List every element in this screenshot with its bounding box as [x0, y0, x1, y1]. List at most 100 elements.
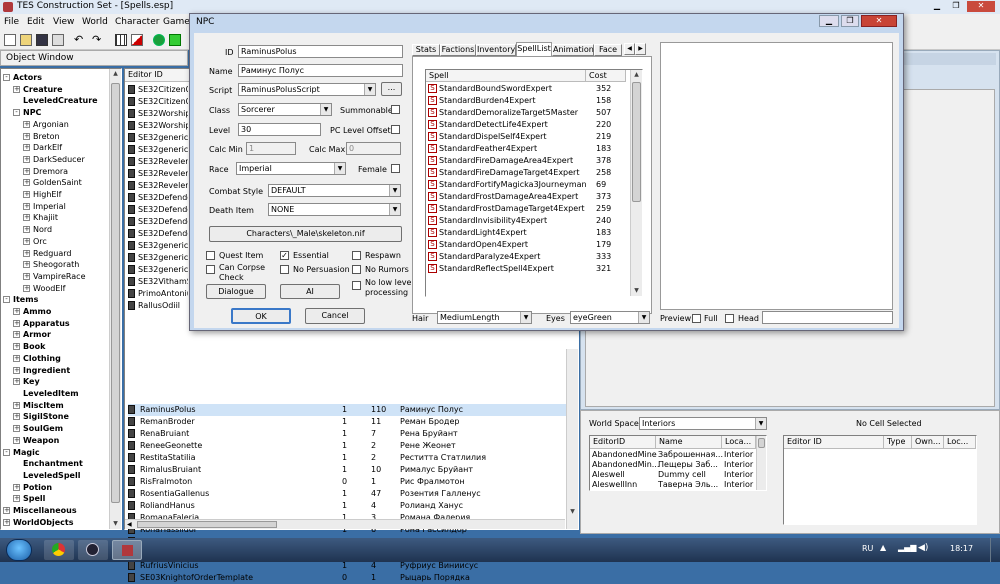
expand-icon[interactable]: + — [13, 85, 20, 93]
tree-node[interactable]: LeveledSpell — [3, 470, 111, 482]
menu-edit[interactable]: Edit — [27, 14, 44, 30]
tree-scrollbar[interactable]: ▲ ▼ — [109, 69, 121, 529]
ref-col-location[interactable]: Loc... — [944, 436, 976, 449]
scroll-down-icon[interactable]: ▼ — [631, 286, 642, 296]
expand-icon[interactable]: + — [23, 202, 30, 210]
tree-node[interactable]: + Potion — [3, 482, 111, 494]
list-item[interactable]: S StandardFeather4Expert 183 — [428, 143, 632, 155]
menu-game[interactable]: Game — [163, 14, 190, 30]
id-field[interactable]: RaminusPolus — [238, 45, 403, 58]
name-field[interactable]: Раминус Полус — [238, 64, 403, 77]
table-row[interactable]: SE03KnightofOrderTemplate 0 1 Рыцарь Порядк… — [128, 572, 568, 584]
list-item[interactable]: S StandardLight4Expert 183 — [428, 227, 632, 239]
table-row[interactable]: RisFralmoton 0 1 Рис Фралмотон — [128, 476, 568, 488]
eyes-select[interactable]: eyeGreen ▼ — [570, 311, 650, 324]
tab-inventory[interactable]: Inventory — [476, 44, 516, 56]
table-row[interactable]: AbandonedMine Заброшенная... Interior — [592, 450, 756, 460]
scroll-down-icon[interactable]: ▼ — [110, 519, 121, 529]
tree-node[interactable]: - Magic — [3, 447, 111, 459]
expand-icon[interactable]: + — [23, 132, 30, 140]
list-item[interactable]: SE32Reveler — [128, 180, 188, 192]
expand-icon[interactable]: + — [13, 436, 20, 444]
expand-icon[interactable]: + — [23, 191, 30, 199]
chevron-down-icon[interactable]: ▼ — [389, 204, 400, 215]
expand-icon[interactable]: + — [13, 366, 20, 374]
cell-col-name[interactable]: Name — [656, 436, 722, 449]
list-item[interactable]: SE32Worship — [128, 120, 188, 132]
corpse-check-checkbox[interactable] — [206, 265, 215, 274]
object-list-vscroll[interactable]: ▼ — [566, 349, 578, 529]
menu-world[interactable]: World — [82, 14, 108, 30]
tree-scroll-thumb[interactable] — [111, 83, 120, 503]
expand-icon[interactable]: + — [23, 284, 30, 292]
menu-file[interactable]: File — [4, 14, 19, 30]
chevron-down-icon[interactable]: ▼ — [320, 104, 331, 115]
tree-node[interactable]: LeveledItem — [3, 388, 111, 400]
collapse-icon[interactable]: - — [3, 74, 10, 81]
list-item[interactable]: S StandardReflectSpell4Expert 321 — [428, 263, 632, 275]
tab-animation[interactable]: Animation — [552, 44, 594, 56]
essential-checkbox[interactable]: ✓ — [280, 251, 289, 260]
expand-icon[interactable]: + — [23, 249, 30, 257]
cell-scrollbar[interactable] — [756, 436, 766, 490]
script-select[interactable]: RaminusPolusScript ▼ — [238, 83, 376, 96]
list-item[interactable]: S StandardFrostDamageArea4Expert 373 — [428, 191, 632, 203]
full-checkbox[interactable] — [692, 314, 701, 323]
minimize-icon[interactable]: ▁ — [819, 15, 839, 27]
maximize-icon[interactable]: ❐ — [841, 15, 859, 27]
object-tree[interactable]: - Actors + Creature LeveledCreature - NPC + Argo… — [0, 68, 122, 530]
list-item[interactable]: SE32VithamS — [128, 276, 188, 288]
expand-icon[interactable]: + — [13, 354, 20, 362]
table-row[interactable]: RimalusBruiant 1 10 Рималус Бруйант — [128, 464, 568, 476]
table-row[interactable]: RestitaStatilia 1 2 Реститта Статлилия — [128, 452, 568, 464]
network-icon[interactable]: ▂▄▆ — [898, 543, 916, 552]
preview-field[interactable] — [762, 311, 893, 324]
table-row[interactable]: RoliandHanus 1 4 Ролианд Ханус — [128, 500, 568, 512]
list-item[interactable]: S StandardFortifyMagicka3Journeyman 69 — [428, 179, 632, 191]
no-low-level-checkbox[interactable] — [352, 281, 361, 290]
face-preview[interactable] — [660, 42, 893, 310]
chevron-down-icon[interactable]: ▼ — [334, 163, 345, 174]
list-item[interactable]: SE32genericD — [128, 132, 188, 144]
ref-col-owner[interactable]: Own... — [912, 436, 944, 449]
list-item[interactable]: S StandardDemoralizeTarget5Master 507 — [428, 107, 632, 119]
list-item[interactable]: S StandardBoundSwordExpert 352 — [428, 83, 632, 95]
list-item[interactable]: SE32Defende — [128, 228, 188, 240]
chevron-down-icon[interactable]: ▼ — [638, 312, 649, 323]
table-row[interactable]: RenaBruiant 1 7 Рена Бруйант — [128, 428, 568, 440]
list-item[interactable]: SE32genericD — [128, 240, 188, 252]
female-checkbox[interactable] — [391, 164, 400, 173]
list-item[interactable]: S StandardInvisibility4Expert 240 — [428, 215, 632, 227]
expand-icon[interactable]: + — [23, 155, 30, 163]
list-item[interactable]: SE32Worship — [128, 108, 188, 120]
table-row[interactable]: RaminusPolus 1 110 Раминус Полус — [128, 404, 568, 416]
list-item[interactable]: S StandardDispelSelf4Expert 219 — [428, 131, 632, 143]
expand-icon[interactable]: + — [23, 144, 30, 152]
ref-col-type[interactable]: Type — [884, 436, 912, 449]
table-row[interactable]: RemanBroder 1 11 Реман Бродер — [128, 416, 568, 428]
list-item[interactable]: SE32genericD — [128, 144, 188, 156]
worldspace-select[interactable]: Interiors ▼ — [639, 417, 767, 430]
cell-scroll-thumb[interactable] — [758, 438, 765, 448]
tree-node[interactable]: + Key — [3, 376, 111, 388]
list-item[interactable]: PrimoAntonius — [128, 288, 188, 300]
expand-icon[interactable]: + — [13, 319, 20, 327]
tree-node[interactable]: + Imperial — [3, 201, 111, 213]
list-item[interactable]: SE32genericD — [128, 264, 188, 276]
tree-node[interactable]: Enchantment — [3, 458, 111, 470]
taskbar-chrome-icon[interactable] — [44, 540, 74, 560]
list-item[interactable]: S StandardBurden4Expert 158 — [428, 95, 632, 107]
collapse-icon[interactable]: - — [3, 296, 10, 304]
tree-node[interactable]: + WoodElf — [3, 283, 111, 295]
tree-node[interactable]: + Ammo — [3, 306, 111, 318]
cell-col-location[interactable]: Loca... — [722, 436, 756, 449]
close-icon[interactable]: ✕ — [861, 15, 897, 27]
table-row[interactable]: Aleswell Dummy cell Interior — [592, 470, 756, 480]
expand-icon[interactable]: + — [13, 308, 20, 316]
tab-spelllist[interactable]: SpellList — [516, 42, 552, 57]
tree-node[interactable]: + SigilStone — [3, 411, 111, 423]
maximize-icon[interactable]: ❐ — [948, 1, 964, 12]
ai-button[interactable]: AI — [280, 284, 340, 299]
list-item[interactable]: SE32Reveler — [128, 156, 188, 168]
level-field[interactable]: 30 — [238, 123, 321, 136]
